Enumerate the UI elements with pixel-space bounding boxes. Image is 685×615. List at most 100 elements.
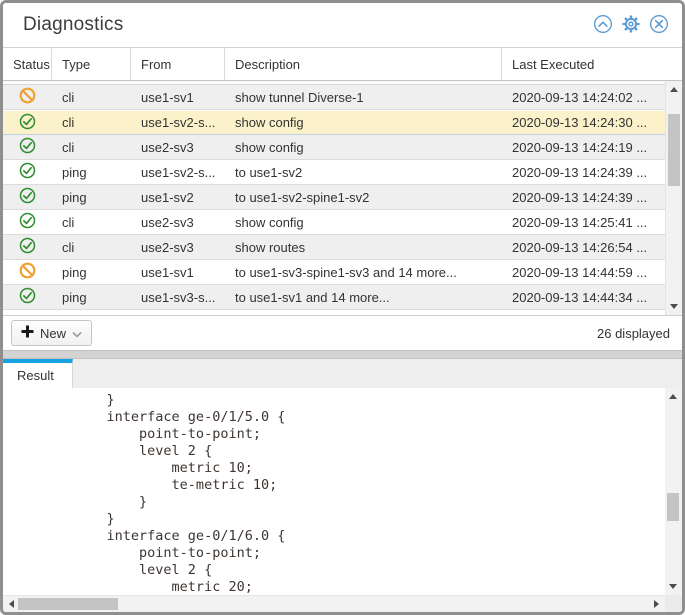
table-row[interactable]: ping use1-sv3-s... to use1-sv1 and 14 mo… (3, 285, 665, 310)
cell-status (3, 210, 52, 234)
cell-last-executed: 2020-09-13 14:44:34 ... (502, 285, 665, 309)
close-button[interactable] (649, 15, 669, 35)
table-rows: cli use1-sv1 show tunnel Diverse-1 2020-… (3, 81, 665, 315)
table-row[interactable]: cli use2-sv3 show config 2020-09-13 14:2… (3, 210, 665, 235)
cell-type: cli (52, 111, 131, 134)
status-success-icon (19, 212, 36, 232)
cell-last-executed: 2020-09-13 14:26:54 ... (502, 235, 665, 259)
table-row[interactable]: cli use1-sv1 show tunnel Diverse-1 2020-… (3, 85, 665, 110)
cell-status (3, 160, 52, 184)
table-body: cli use1-sv1 show tunnel Diverse-1 2020-… (3, 81, 682, 315)
cell-type: cli (52, 85, 131, 109)
cell-from: use1-sv1 (131, 260, 225, 284)
cell-status (3, 85, 52, 109)
triangle-down-icon (669, 584, 677, 589)
cell-type: cli (52, 210, 131, 234)
cell-status (3, 135, 52, 159)
table-toolbar: New 26 displayed (3, 315, 682, 350)
cell-description: to use1-sv1 and 14 more... (225, 285, 502, 309)
result-horizontal-scrollbar[interactable] (3, 595, 665, 612)
settings-button[interactable] (621, 15, 641, 35)
gear-icon (621, 14, 641, 37)
status-success-icon (19, 113, 36, 133)
window-controls (593, 15, 669, 35)
cell-status (3, 185, 52, 209)
result-vertical-scrollbar[interactable] (665, 388, 682, 595)
scrollbar-corner (665, 595, 682, 612)
tab-strip: Result (3, 359, 682, 388)
tab-result[interactable]: Result (3, 359, 73, 388)
cell-last-executed: 2020-09-13 14:24:02 ... (502, 85, 665, 109)
cell-from: use1-sv2 (131, 185, 225, 209)
cell-type: cli (52, 135, 131, 159)
table-row[interactable]: ping use1-sv2-s... to use1-sv2 2020-09-1… (3, 160, 665, 185)
status-success-icon (19, 287, 36, 307)
table-row[interactable]: ping use1-sv2 to use1-sv2-spine1-sv2 202… (3, 185, 665, 210)
cell-last-executed: 2020-09-13 14:44:59 ... (502, 260, 665, 284)
column-header-description[interactable]: Description (225, 48, 502, 80)
cell-description: show routes (225, 235, 502, 259)
cell-last-executed: 2020-09-13 14:24:39 ... (502, 185, 665, 209)
table-scroll-down-button[interactable] (666, 298, 682, 315)
table-scrollbar[interactable] (665, 81, 682, 315)
cell-last-executed: 2020-09-13 14:24:19 ... (502, 135, 665, 159)
displayed-count: 26 displayed (597, 326, 670, 341)
cell-description: to use1-sv3-spine1-sv3 and 14 more... (225, 260, 502, 284)
cell-description: to use1-sv2 (225, 160, 502, 184)
tab-result-label: Result (17, 368, 54, 383)
column-header-type[interactable]: Type (52, 48, 131, 80)
table-row[interactable]: cli use2-sv3 show routes 2020-09-13 14:2… (3, 235, 665, 260)
cell-description: show config (225, 135, 502, 159)
cell-type: ping (52, 185, 131, 209)
result-scroll-down-button[interactable] (665, 578, 681, 595)
cell-from: use2-sv3 (131, 235, 225, 259)
triangle-right-icon (654, 600, 659, 608)
new-button[interactable]: New (11, 320, 92, 346)
status-blocked-icon (19, 87, 36, 107)
table-row[interactable]: cli use2-sv3 show config 2020-09-13 14:2… (3, 135, 665, 160)
horizontal-splitter[interactable] (3, 350, 682, 359)
diagnostics-panel: Diagnostics (0, 0, 685, 615)
table-header: Status Type From Description Last Execut… (3, 48, 682, 81)
status-success-icon (19, 137, 36, 157)
plus-icon (21, 325, 34, 341)
cell-status (3, 111, 52, 134)
column-header-status[interactable]: Status (3, 48, 52, 80)
cell-from: use1-sv3-s... (131, 285, 225, 309)
table-scroll-thumb[interactable] (668, 114, 680, 186)
cell-type: ping (52, 160, 131, 184)
result-vscroll-thumb[interactable] (667, 493, 679, 521)
chevron-down-icon (72, 326, 82, 341)
cell-description: show tunnel Diverse-1 (225, 85, 502, 109)
cell-from: use1-sv1 (131, 85, 225, 109)
result-panel: } interface ge-0/1/5.0 { point-to-point;… (3, 388, 682, 612)
result-scroll-up-button[interactable] (665, 388, 681, 405)
table-row[interactable]: cli use1-sv2-s... show config 2020-09-13… (3, 110, 665, 135)
table-scroll-up-button[interactable] (666, 81, 682, 98)
triangle-down-icon (670, 304, 678, 309)
result-hscroll-thumb[interactable] (18, 598, 118, 610)
collapse-button[interactable] (593, 15, 613, 35)
status-success-icon (19, 162, 36, 182)
cell-type: ping (52, 260, 131, 284)
table-row[interactable]: ping use1-sv1 to use1-sv3-spine1-sv3 and… (3, 260, 665, 285)
triangle-left-icon (9, 600, 14, 608)
result-code: } interface ge-0/1/5.0 { point-to-point;… (3, 388, 665, 595)
cell-from: use2-sv3 (131, 210, 225, 234)
cell-last-executed: 2020-09-13 14:25:41 ... (502, 210, 665, 234)
title-bar: Diagnostics (3, 3, 682, 48)
cell-from: use2-sv3 (131, 135, 225, 159)
triangle-up-icon (669, 394, 677, 399)
panel-title: Diagnostics (23, 14, 123, 36)
cell-type: cli (52, 235, 131, 259)
result-scroll-right-button[interactable] (648, 596, 665, 612)
cell-status (3, 235, 52, 259)
cell-type: ping (52, 285, 131, 309)
triangle-up-icon (670, 87, 678, 92)
cell-from: use1-sv2-s... (131, 160, 225, 184)
column-header-from[interactable]: From (131, 48, 225, 80)
chevron-up-circle-icon (593, 14, 613, 37)
cell-last-executed: 2020-09-13 14:24:30 ... (502, 111, 665, 134)
column-header-last-executed[interactable]: Last Executed (502, 48, 682, 80)
cell-description: show config (225, 111, 502, 134)
